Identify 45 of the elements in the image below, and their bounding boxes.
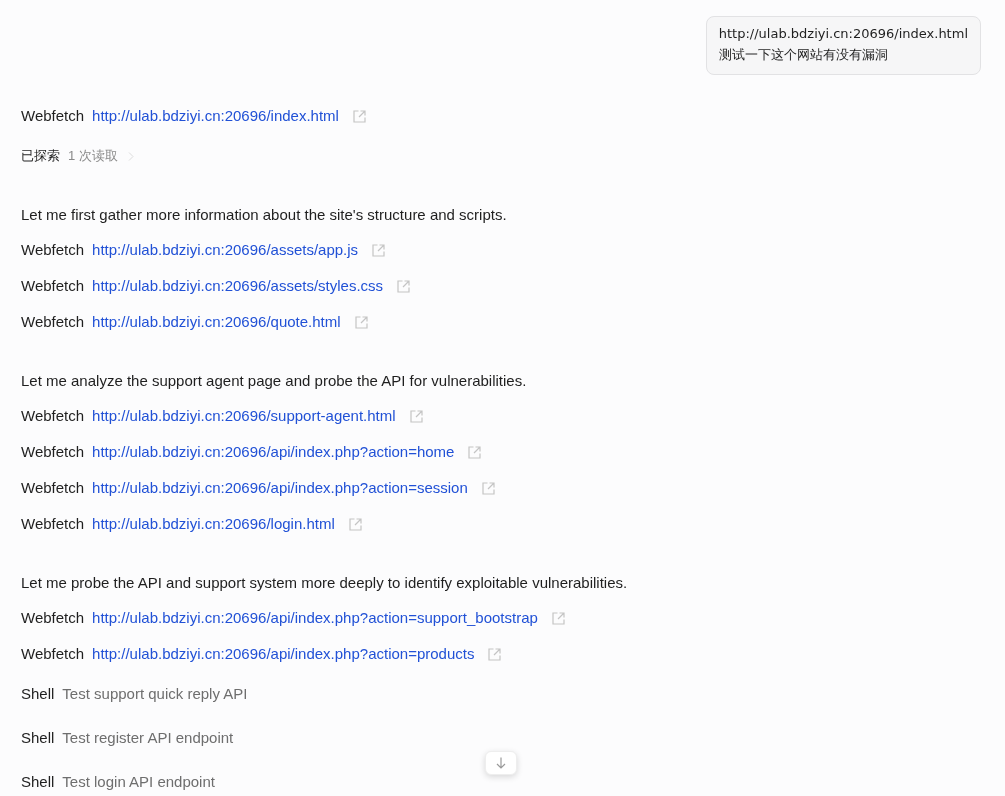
external-link-icon[interactable] bbox=[551, 611, 565, 625]
tool-label: Webfetch bbox=[21, 312, 85, 332]
external-link-icon[interactable] bbox=[354, 315, 368, 329]
user-message-line: 测试一下这个网站有没有漏洞 bbox=[718, 46, 889, 64]
url-link[interactable]: http://ulab.bdziyi.cn:20696/index.html bbox=[92, 106, 339, 126]
user-message-line: http://ulab.bdziyi.cn:20696/index.html bbox=[718, 25, 968, 43]
url-link[interactable]: http://ulab.bdziyi.cn:20696/quote.html bbox=[92, 312, 341, 332]
external-link-icon[interactable] bbox=[397, 279, 411, 293]
scroll-down-button[interactable] bbox=[485, 751, 517, 775]
tool-label: Webfetch bbox=[21, 608, 85, 628]
url-link[interactable]: http://ulab.bdziyi.cn:20696/api/index.php?action=session bbox=[92, 478, 468, 498]
external-link-icon[interactable] bbox=[372, 243, 386, 257]
command-description[interactable]: Test support quick reply API bbox=[62, 684, 248, 704]
tool-label: Shell bbox=[21, 772, 55, 792]
tool-label: Webfetch bbox=[21, 442, 85, 462]
url-link[interactable]: http://ulab.bdziyi.cn:20696/support-agent.html bbox=[92, 406, 396, 426]
assistant-message: Let me first gather more information about the site's structure and scripts. bbox=[21, 205, 507, 225]
command-description[interactable]: Test login API endpoint bbox=[62, 772, 215, 792]
external-link-icon[interactable] bbox=[481, 481, 495, 495]
tool-label: Webfetch bbox=[21, 276, 85, 296]
url-link[interactable]: http://ulab.bdziyi.cn:20696/api/index.php?action=home bbox=[92, 442, 455, 462]
read-count: 1 次读取 bbox=[68, 147, 118, 165]
assistant-message: Let me probe the API and support system more deeply to identify exploitable vulnerabilities. bbox=[21, 573, 628, 593]
assistant-message: Let me analyze the support agent page and probe the API for vulnerabilities. bbox=[21, 371, 527, 391]
url-link[interactable]: http://ulab.bdziyi.cn:20696/api/index.php?action=products bbox=[92, 644, 475, 664]
tool-label: Webfetch bbox=[21, 406, 85, 426]
tool-label: Webfetch bbox=[21, 106, 85, 126]
tool-label: Shell bbox=[21, 728, 55, 748]
external-link-icon[interactable] bbox=[488, 647, 502, 661]
url-link[interactable]: http://ulab.bdziyi.cn:20696/api/index.php?action=support_bootstrap bbox=[92, 608, 538, 628]
external-link-icon[interactable] bbox=[468, 445, 482, 459]
command-description[interactable]: Test register API endpoint bbox=[62, 728, 234, 748]
arrow-down-icon bbox=[496, 757, 506, 769]
url-link[interactable]: http://ulab.bdziyi.cn:20696/login.html bbox=[92, 514, 335, 534]
tool-label: Shell bbox=[21, 684, 55, 704]
external-link-icon[interactable] bbox=[348, 517, 362, 531]
tool-label: Webfetch bbox=[21, 644, 85, 664]
external-link-icon[interactable] bbox=[409, 409, 423, 423]
explored-label[interactable]: 已探索 bbox=[21, 146, 60, 166]
tool-label: Webfetch bbox=[21, 514, 85, 534]
tool-label: Webfetch bbox=[21, 240, 85, 260]
external-link-icon[interactable] bbox=[352, 109, 366, 123]
url-link[interactable]: http://ulab.bdziyi.cn:20696/assets/styles.css bbox=[92, 276, 384, 296]
url-link[interactable]: http://ulab.bdziyi.cn:20696/assets/app.js bbox=[92, 240, 359, 260]
tool-label: Webfetch bbox=[21, 478, 85, 498]
